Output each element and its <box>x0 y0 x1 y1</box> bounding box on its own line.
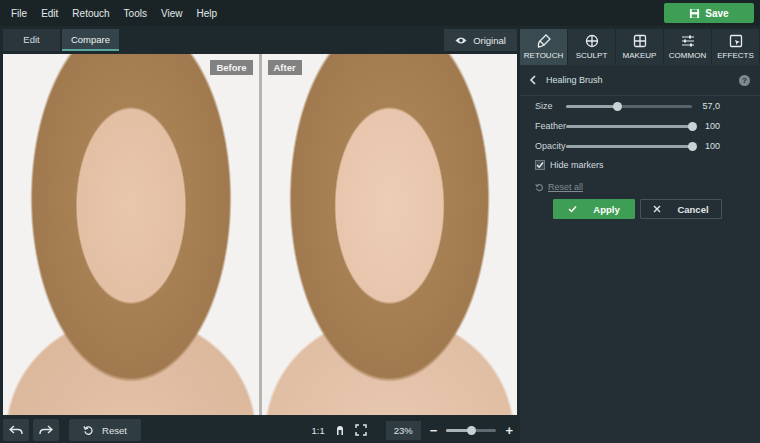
zoom-value[interactable]: 23% <box>386 421 421 440</box>
view-tabs: EditCompare <box>3 29 119 51</box>
close-icon <box>653 205 661 213</box>
compare-canvas: Before After <box>3 54 517 415</box>
menu-bar: FileEditRetouchToolsViewHelp Save <box>0 0 760 26</box>
fit-screen-icon[interactable] <box>355 424 367 436</box>
slider-row: Size 57,0 <box>520 96 760 116</box>
panel-tab[interactable]: EFFECTS <box>712 29 760 65</box>
slider-row: Feather100 <box>520 116 760 136</box>
slider-thumb[interactable] <box>688 122 697 131</box>
slider-track[interactable] <box>566 145 692 148</box>
before-photo: Before <box>3 54 259 415</box>
menu-item[interactable]: Help <box>189 8 224 19</box>
slider-track[interactable] <box>566 105 692 108</box>
after-photo: After <box>262 54 518 415</box>
slider-label: Opacity <box>535 141 566 151</box>
photo-editor: FileEditRetouchToolsViewHelpSaveEditComp… <box>0 0 760 443</box>
help-button[interactable]: ? <box>739 75 750 86</box>
tools-panel: RETOUCHSCULPTMAKEUPCOMMONEFFECTSHealing … <box>520 29 760 443</box>
effects-icon <box>729 34 743 48</box>
menu-item[interactable]: View <box>154 8 190 19</box>
undo-button[interactable] <box>3 419 29 441</box>
view-tab[interactable]: Compare <box>62 29 119 51</box>
redo-button[interactable] <box>33 419 59 441</box>
slider-label: Size <box>535 101 566 111</box>
healing-brush-panel: Healing Brush? Size 57,0 Feather100Opacity1… <box>520 65 760 443</box>
redo-icon <box>39 425 53 435</box>
workspace: EditCompare Original Before After Reset 1:1 23… <box>0 26 760 443</box>
panel-tab[interactable]: SCULPT <box>568 29 616 65</box>
portrait-image <box>262 54 518 415</box>
bottom-bar: Reset 1:1 23%− + <box>3 415 517 443</box>
slider-row: Opacity100 <box>520 136 760 156</box>
menu-item[interactable]: Tools <box>117 8 154 19</box>
floppy-icon <box>689 8 700 19</box>
slider-value[interactable]: 57,0 <box>692 101 720 111</box>
panel-tabs: RETOUCHSCULPTMAKEUPCOMMONEFFECTS <box>520 29 760 65</box>
save-button[interactable]: Save <box>664 3 754 23</box>
hand-icon[interactable] <box>334 424 346 436</box>
reset-button[interactable]: Reset <box>69 419 141 441</box>
before-badge: Before <box>210 60 252 75</box>
zoom-controls: 1:1 23%− + <box>312 421 517 440</box>
slider-thumb[interactable] <box>688 142 697 151</box>
slider-label: Feather <box>535 121 566 131</box>
brush-icon <box>537 34 551 48</box>
panel-tab[interactable]: MAKEUP <box>616 29 664 65</box>
menu-item[interactable]: Edit <box>34 8 65 19</box>
zoom-slider[interactable] <box>446 429 496 432</box>
tool-header: Healing Brush? <box>520 65 760 96</box>
eye-icon <box>455 36 467 45</box>
slider-track[interactable] <box>566 125 692 128</box>
view-tab[interactable]: Edit <box>3 29 60 51</box>
check-icon <box>568 205 577 213</box>
reset-icon <box>83 425 94 436</box>
check-icon <box>536 161 544 169</box>
panel-tab[interactable]: RETOUCH <box>520 29 568 65</box>
checkbox-row[interactable]: Hide markers <box>520 156 760 170</box>
makeup-icon <box>633 34 647 48</box>
back-chevron-icon[interactable] <box>529 75 537 85</box>
canvas-column: EditCompare Original Before After Reset 1:1 23… <box>0 29 517 443</box>
sculpt-icon <box>585 34 599 48</box>
reset-all-link[interactable]: Reset all <box>520 170 760 192</box>
original-button[interactable]: Original <box>444 29 517 51</box>
tool-title: Healing Brush <box>546 75 603 85</box>
apply-button[interactable]: Apply <box>553 199 635 219</box>
reset-icon <box>535 183 544 192</box>
view-toolbar: EditCompare Original <box>3 29 517 51</box>
actual-size-button[interactable]: 1:1 <box>312 425 325 436</box>
after-badge: After <box>268 60 302 75</box>
zoom-slider-thumb[interactable] <box>467 426 476 435</box>
zoom-in-button[interactable]: + <box>505 424 513 437</box>
zoom-out-button[interactable]: − <box>430 424 438 437</box>
portrait-image <box>3 54 259 415</box>
menu-item[interactable]: Retouch <box>65 8 116 19</box>
sliders-icon <box>681 34 695 48</box>
action-buttons: ApplyCancel <box>520 192 760 219</box>
slider-thumb[interactable] <box>613 102 622 111</box>
panel-tab[interactable]: COMMON <box>664 29 712 65</box>
undo-icon <box>9 425 23 435</box>
menu-item[interactable]: File <box>4 8 34 19</box>
cancel-button[interactable]: Cancel <box>640 199 722 219</box>
checkbox[interactable] <box>535 160 545 170</box>
